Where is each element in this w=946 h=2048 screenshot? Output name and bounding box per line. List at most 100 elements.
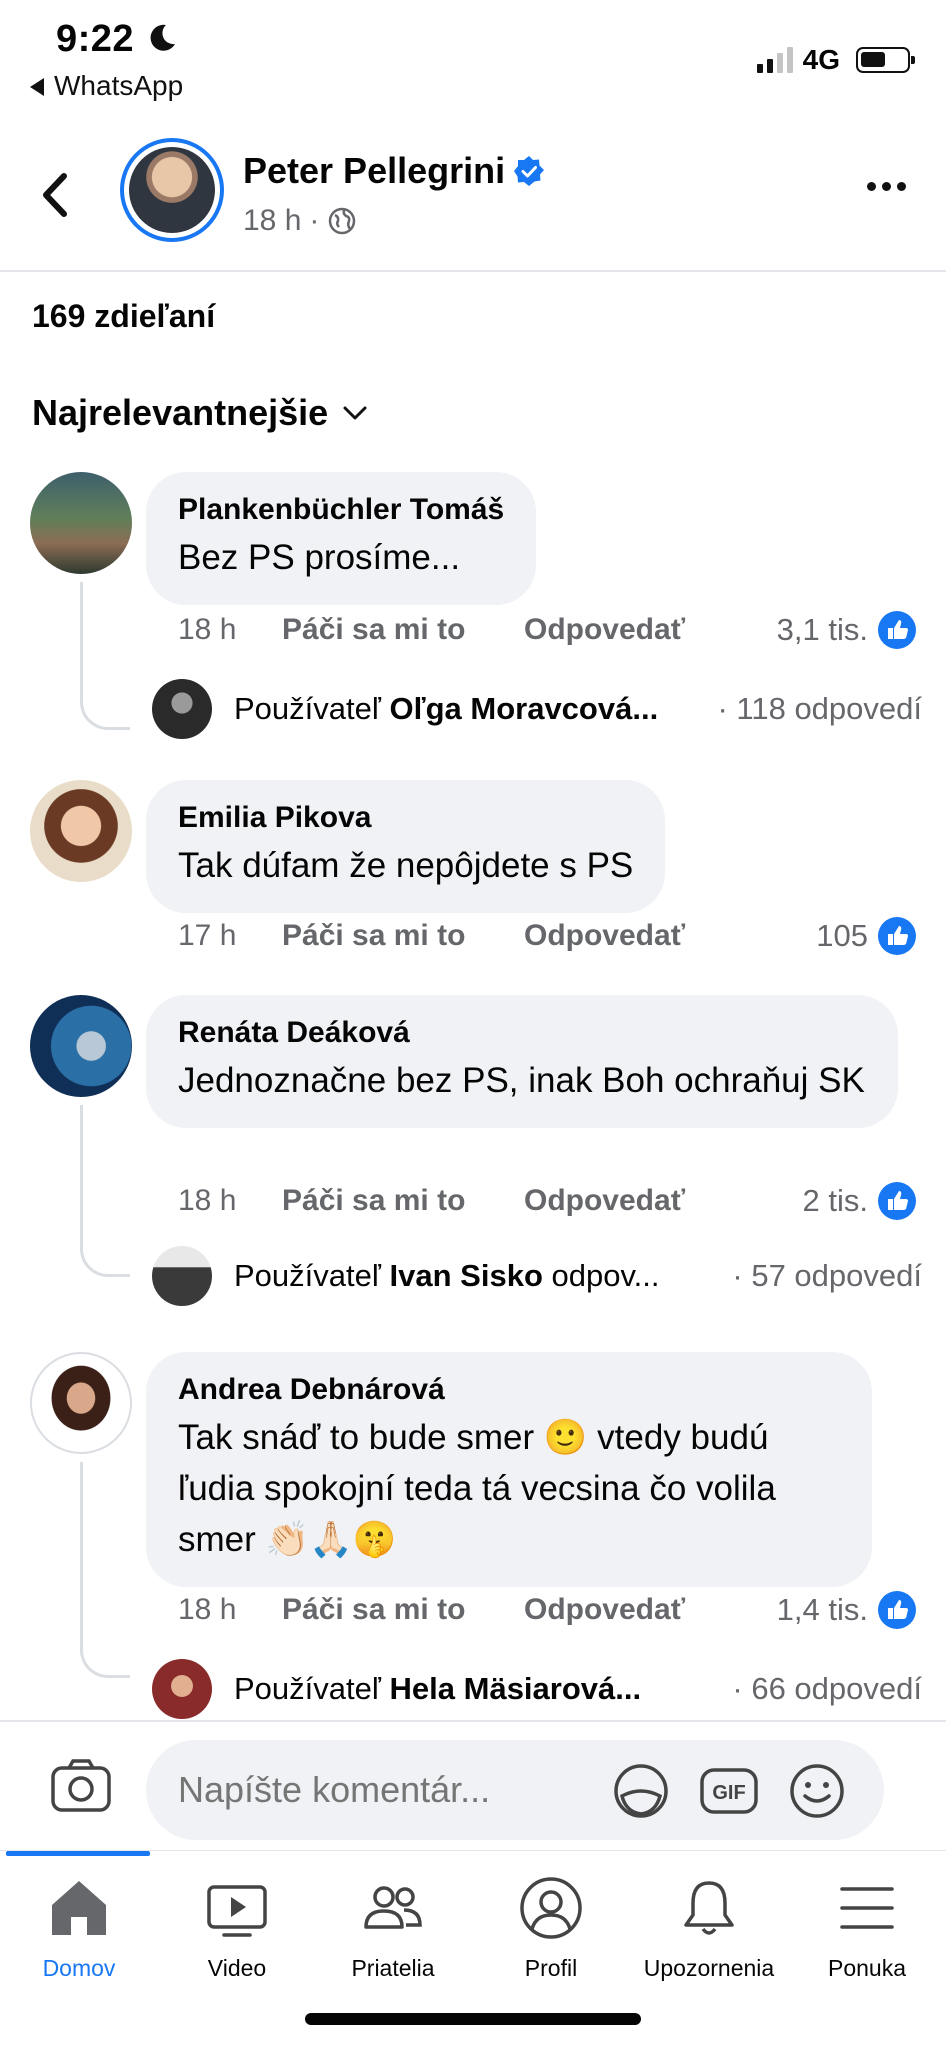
moon-icon (150, 24, 175, 51)
back-to-app-link[interactable]: WhatsApp (30, 70, 183, 102)
comment-actions: 18 h Páči sa mi to Odpovedať (178, 610, 685, 650)
like-button[interactable]: Páči sa mi to (282, 613, 524, 647)
reply-preview[interactable]: Používateľ Hela Mäsiarová... · 66 odpove… (152, 1658, 922, 1720)
reply-avatar (152, 1246, 212, 1306)
tab-label: Ponuka (827, 1955, 906, 1981)
tab-label: Video (207, 1955, 267, 1981)
like-reaction-icon (878, 1591, 916, 1629)
back-triangle-icon (30, 78, 44, 96)
tab-label: Upozornenia (643, 1955, 775, 1981)
shares-count[interactable]: 169 zdieľaní (32, 298, 215, 335)
battery-icon (856, 47, 915, 73)
status-indicators: 4G (756, 40, 915, 80)
status-bar: 9:22 WhatsApp 4G (0, 0, 946, 110)
commenter-avatar[interactable] (30, 995, 132, 1097)
reply-preview[interactable]: Používateľ Ivan Sisko odpov... · 57 odpo… (152, 1245, 922, 1307)
thread-line (80, 1105, 130, 1277)
comment-text: Jednoznačne bez PS, inak Boh ochraňuj SK (178, 1061, 865, 1100)
comment-bubble[interactable]: Emilia Pikova Tak dúfam že nepôjdete s P… (146, 780, 666, 913)
active-tab-indicator (6, 1851, 150, 1856)
reply-count: · 66 odpovedí (732, 1671, 922, 1706)
emoji-icon[interactable] (786, 1762, 848, 1820)
comment-author[interactable]: Plankenbüchler Tomáš (178, 492, 504, 528)
page-name[interactable]: Peter Pellegrini (243, 150, 545, 192)
like-button[interactable]: Páči sa mi to (282, 919, 524, 953)
like-reaction-icon (878, 1182, 916, 1220)
divider (0, 270, 946, 272)
thread-line (80, 582, 130, 730)
composer-tools: GIF (610, 1762, 848, 1820)
comment-composer: GIF (0, 1720, 946, 1850)
menu-icon (840, 1887, 894, 1929)
reply-button[interactable]: Odpovedať (524, 613, 685, 647)
network-label: 4G (802, 44, 840, 75)
reply-preview-text: Používateľ Oľga Moravcová... (234, 691, 659, 726)
like-button[interactable]: Páči sa mi to (282, 1184, 524, 1218)
tab-label: Domov (42, 1955, 116, 1981)
like-reaction-icon (878, 917, 916, 955)
meta-separator: · (309, 204, 320, 237)
comment-text: Bez PS prosíme... (178, 538, 461, 577)
comment-actions: 18 h Páči sa mi to Odpovedať (178, 1181, 685, 1221)
back-app-label: WhatsApp (54, 70, 184, 101)
reply-preview-text: Používateľ Hela Mäsiarová... (234, 1671, 642, 1706)
reaction-count-label: 2 tis. (802, 1183, 868, 1218)
reply-button[interactable]: Odpovedať (524, 1184, 685, 1218)
comment-text: Tak snáď to bude smer 🙂 vtedy budú ľudia… (178, 1418, 776, 1559)
profile-icon (520, 1877, 582, 1939)
reply-preview[interactable]: Používateľ Oľga Moravcová... · 118 odpov… (152, 678, 922, 740)
reply-avatar (152, 679, 212, 739)
comment-bubble[interactable]: Andrea Debnárová Tak snáď to bude smer 🙂… (146, 1352, 872, 1587)
reaction-count[interactable]: 1,4 tis. (777, 1590, 916, 1630)
comment-bubble[interactable]: Plankenbüchler Tomáš Bez PS prosíme... (146, 472, 537, 605)
gif-icon[interactable]: GIF (698, 1762, 760, 1820)
sticker-icon[interactable] (610, 1762, 672, 1820)
comment-time: 18 h (178, 613, 237, 646)
sort-dropdown[interactable]: Najrelevantnejšie (32, 392, 368, 434)
reaction-count-label: 3,1 tis. (776, 612, 868, 647)
tab-notifications[interactable]: Upozornenia (630, 1875, 788, 1982)
comment-text: Tak dúfam že nepôjdete s PS (178, 846, 634, 885)
back-chevron-icon[interactable] (38, 170, 74, 220)
post-header: Peter Pellegrini 18 h · (0, 120, 946, 270)
verified-badge-icon (514, 156, 545, 186)
reply-button[interactable]: Odpovedať (524, 1593, 685, 1627)
reply-preview-text: Používateľ Ivan Sisko odpov... (234, 1258, 660, 1293)
tab-friends[interactable]: Priatelia (314, 1875, 472, 1982)
comment-time: 17 h (178, 919, 237, 952)
commenter-avatar[interactable] (30, 1352, 132, 1454)
reply-count: · 57 odpovedí (732, 1258, 922, 1293)
like-button[interactable]: Páči sa mi to (282, 1593, 524, 1627)
post-meta: 18 h · (243, 204, 357, 238)
tab-home[interactable]: Domov (0, 1875, 158, 1982)
tab-profile[interactable]: Profil (472, 1875, 630, 1982)
home-indicator[interactable] (305, 2013, 641, 2025)
reaction-count[interactable]: 105 (816, 916, 916, 956)
comment-author[interactable]: Renáta Deáková (178, 1015, 866, 1051)
reply-button[interactable]: Odpovedať (524, 919, 685, 953)
commenter-avatar[interactable] (30, 472, 132, 574)
like-reaction-icon (878, 611, 916, 649)
more-options-icon[interactable] (867, 182, 906, 191)
comment-time: 18 h (178, 1593, 237, 1626)
svg-text:GIF: GIF (712, 1782, 745, 1804)
tab-menu[interactable]: Ponuka (788, 1875, 946, 1982)
page-avatar[interactable] (120, 138, 224, 242)
reaction-count-label: 105 (816, 918, 868, 953)
signal-icon (756, 47, 793, 73)
comment-time: 18 h (178, 1184, 237, 1217)
comment-actions: 18 h Páči sa mi to Odpovedať (178, 1590, 685, 1630)
camera-icon[interactable] (50, 1758, 112, 1814)
reply-avatar (152, 1659, 212, 1719)
reaction-count[interactable]: 3,1 tis. (777, 610, 916, 650)
status-time: 9:22 (56, 18, 135, 60)
comment-bubble[interactable]: Renáta Deáková Jednoznačne bez PS, inak … (146, 995, 898, 1128)
reaction-count[interactable]: 2 tis. (803, 1181, 916, 1221)
reaction-count-label: 1,4 tis. (776, 1592, 868, 1627)
chevron-down-icon (343, 406, 367, 420)
video-icon (207, 1885, 267, 1937)
commenter-avatar[interactable] (30, 780, 132, 882)
comment-author[interactable]: Andrea Debnárová (178, 1372, 840, 1408)
comment-author[interactable]: Emilia Pikova (178, 800, 633, 836)
tab-video[interactable]: Video (158, 1875, 316, 1982)
